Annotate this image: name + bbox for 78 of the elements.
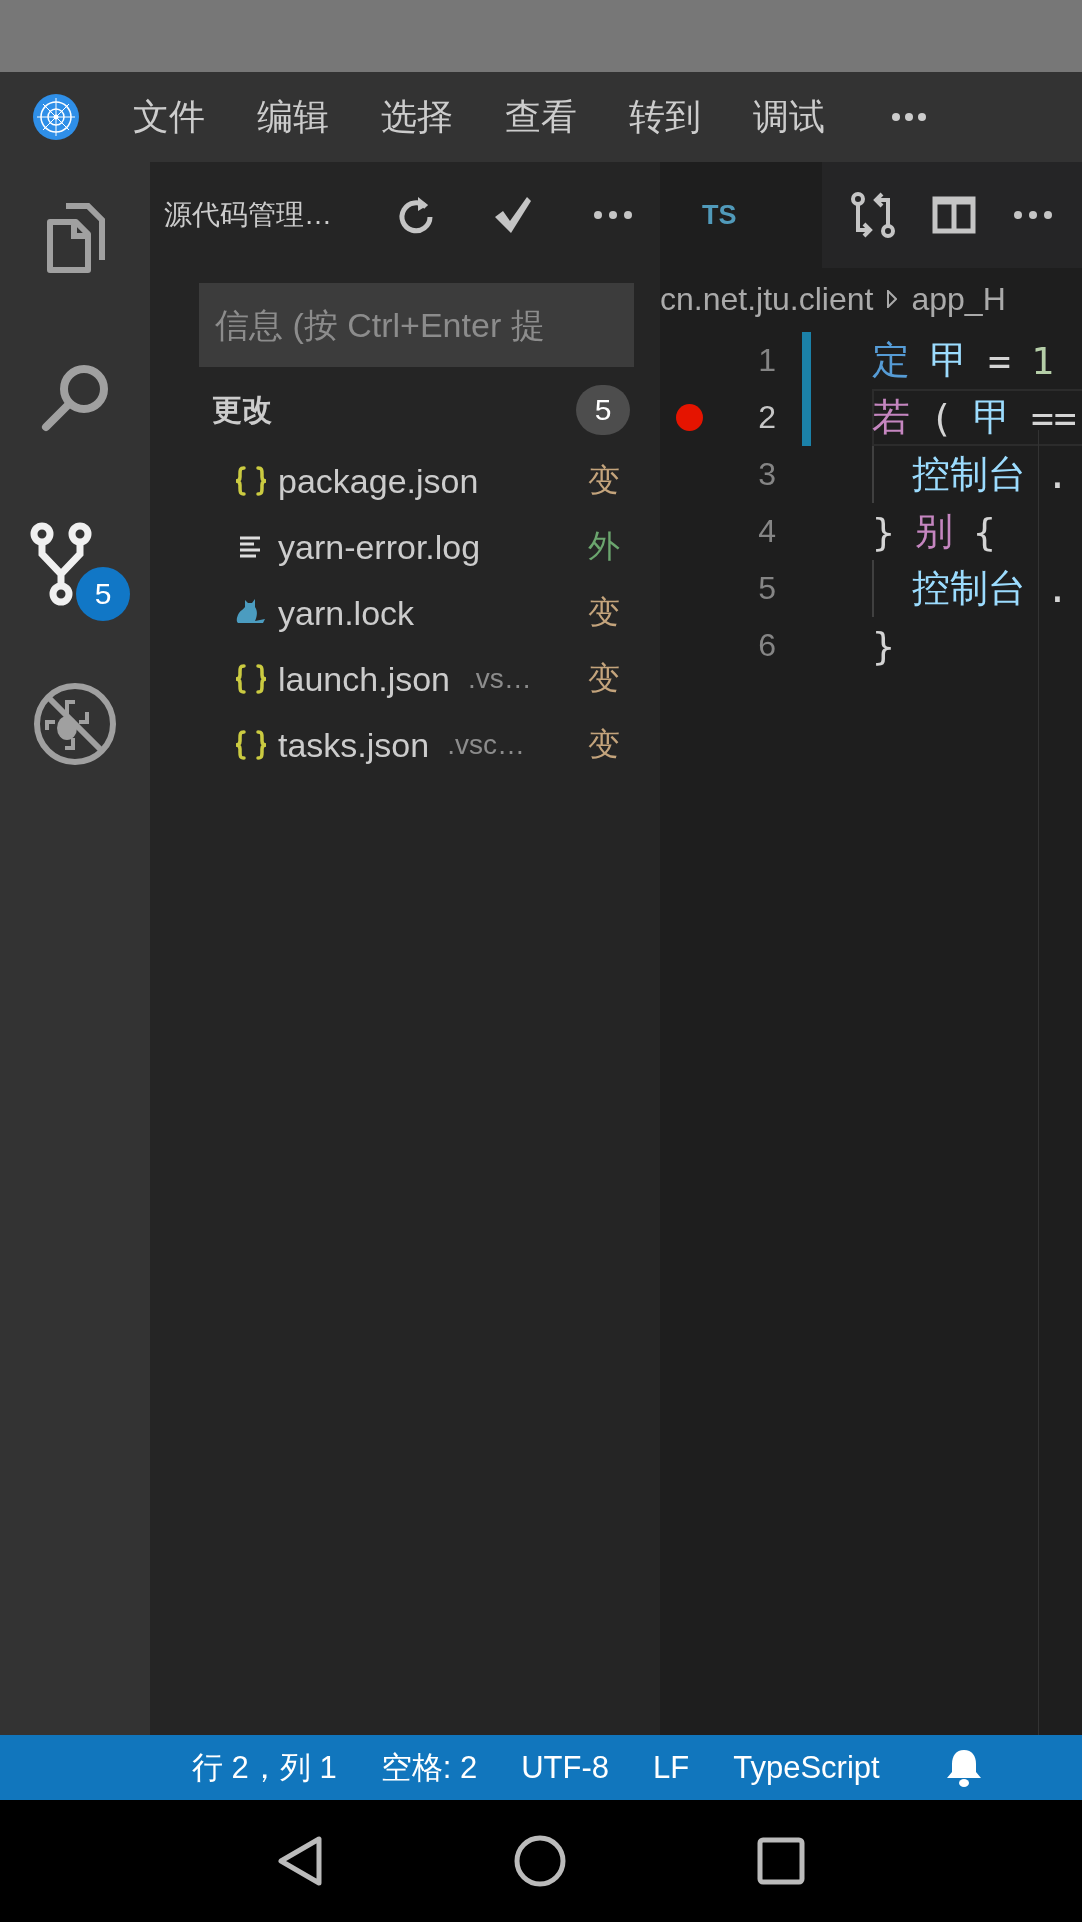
file-name: yarn.lock (278, 593, 415, 633)
status-item[interactable]: 行 2，列 1 (192, 1746, 337, 1789)
line-number: 2 (757, 399, 776, 436)
status-letter: 外 (588, 527, 620, 566)
menu-item[interactable]: 文件 (133, 92, 205, 142)
more-icon[interactable] (593, 210, 633, 220)
back-icon[interactable] (277, 1835, 323, 1887)
code-token: 若 (872, 394, 910, 441)
code-token: { (972, 509, 996, 554)
file-name: launch.json (278, 659, 450, 699)
status-item[interactable]: 空格: 2 (380, 1746, 478, 1789)
code-token: == (1030, 395, 1077, 440)
split-editor-icon[interactable] (932, 196, 976, 234)
code-token: 别 (914, 508, 953, 555)
code-token: = (988, 338, 1011, 383)
commit-message-field[interactable]: 信息 (按 Ctrl+Enter 提 (199, 283, 634, 367)
code-token: 1 (1030, 338, 1054, 383)
file-item[interactable]: yarn.lock 变 (150, 580, 660, 646)
count-badge: 5 (576, 385, 630, 435)
editor-tab[interactable]: TS (660, 162, 822, 268)
more-icon[interactable] (1013, 210, 1054, 220)
line-number: 4 (757, 513, 776, 550)
status-item[interactable]: TypeScript (733, 1749, 880, 1786)
panel-title: 源代码管理… (164, 198, 333, 232)
file-item[interactable]: launch.json .vs… 变 (150, 646, 660, 712)
code-token: 甲 (930, 337, 968, 384)
app-logo-icon[interactable] (32, 93, 80, 141)
braces-icon (234, 730, 268, 760)
file-item[interactable]: yarn-error.log 外 (150, 514, 660, 580)
file-path: .vsc… (447, 729, 525, 761)
bell-icon[interactable] (945, 1747, 982, 1788)
code-token: ( (930, 395, 953, 440)
menu-item[interactable]: 编辑 (257, 92, 329, 142)
code-token: 控制台 (912, 565, 1026, 612)
file-name: package.json (278, 461, 479, 501)
status-letter: 变 (588, 593, 620, 632)
chevron-right-icon (887, 290, 898, 308)
code-token: 甲 (972, 394, 1011, 441)
line-number: 3 (757, 456, 776, 493)
menu-item[interactable]: 转到 (629, 92, 701, 142)
breakpoint-icon[interactable] (675, 404, 703, 431)
status-item[interactable]: UTF-8 (521, 1749, 609, 1786)
file-path: .vs… (468, 663, 532, 695)
code-token: . (1046, 566, 1069, 611)
status-letter: 变 (588, 725, 620, 764)
count-badge: 5 (76, 567, 130, 621)
file-name: yarn-error.log (278, 527, 481, 567)
file-item[interactable]: tasks.json .vsc… 变 (150, 712, 660, 778)
source-control-icon[interactable] (30, 522, 92, 606)
code-token: } (872, 509, 895, 554)
menu-item[interactable]: 查看 (505, 92, 577, 142)
compare-changes-icon[interactable] (850, 192, 895, 238)
braces-icon (234, 664, 268, 694)
status-letter: 变 (588, 659, 620, 698)
recents-icon[interactable] (757, 1837, 805, 1885)
code-token: . (1046, 452, 1069, 497)
line-number: 1 (757, 342, 776, 379)
home-icon[interactable] (513, 1834, 567, 1888)
files-icon[interactable] (44, 202, 106, 274)
menu-item[interactable]: 调试 (753, 92, 825, 142)
braces-icon (234, 466, 268, 496)
breadcrumb-item[interactable]: cn.net.jtu.client (660, 280, 874, 318)
menu-item[interactable]: 选择 (381, 92, 453, 142)
file-name: tasks.json (278, 725, 430, 765)
section-title: 更改 (212, 391, 272, 428)
line-number: 6 (757, 627, 776, 664)
code-token: 控制台 (912, 451, 1026, 498)
code-token: 定 (872, 337, 910, 384)
typescript-icon: TS (702, 199, 737, 231)
more-icon[interactable] (891, 112, 927, 122)
breadcrumb-item[interactable]: app_H (911, 280, 1006, 318)
file-item[interactable]: package.json 变 (150, 448, 660, 514)
code-token: } (872, 623, 895, 668)
checkmark-icon[interactable] (493, 195, 533, 235)
line-number: 5 (757, 570, 776, 607)
status-item[interactable]: LF (653, 1749, 690, 1786)
status-letter: 变 (588, 461, 620, 500)
search-icon[interactable] (39, 362, 111, 434)
